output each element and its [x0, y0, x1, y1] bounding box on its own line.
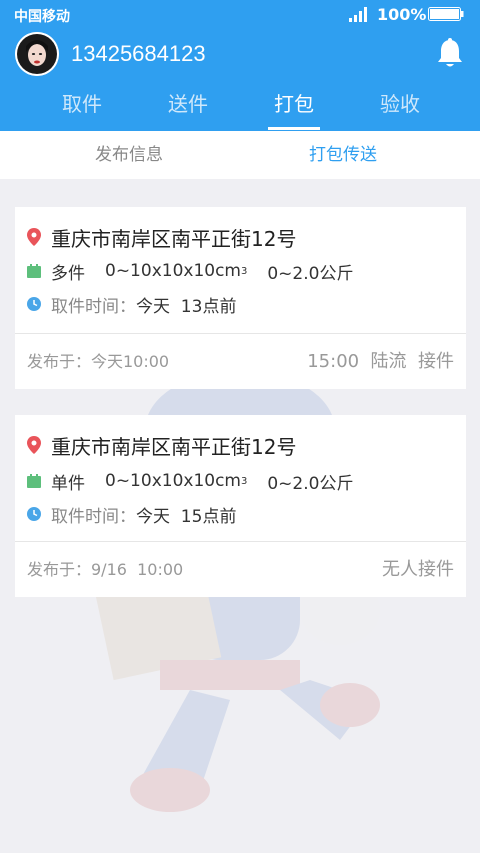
order-package-row: 多件 0~10x10x10cm 3 0~2.0公斤 [27, 257, 353, 285]
battery-icon [428, 7, 464, 21]
battery-percent: 100% [377, 5, 427, 24]
order-pickup-row: 取件时间： 今天 15点前 [27, 500, 236, 528]
order-size: 0~10x10x10cm [105, 261, 241, 281]
main-tabs: 取件 送件 打包 验收 [0, 80, 480, 131]
order-footer: 发布于：9/16 10:00 无人接件 [15, 541, 466, 597]
order-size-unit-sup: 3 [240, 265, 248, 277]
subtab-publish-info[interactable]: 发布信息 [29, 131, 229, 179]
package-icon [27, 264, 41, 278]
published-time: 发布于：9/16 10:00 [27, 560, 184, 579]
clock-icon [27, 507, 41, 521]
order-status: 无人接件 [382, 559, 454, 580]
order-size-unit-sup: 3 [240, 475, 248, 487]
order-address-row: 重庆市南岸区南平正街12号 [27, 431, 296, 459]
subtab-pack-transfer[interactable]: 打包传送 [243, 131, 443, 179]
avatar[interactable] [15, 32, 59, 76]
sub-tabs: 发布信息 打包传送 [0, 131, 480, 179]
tab-deliver[interactable]: 送件 [133, 80, 243, 131]
pickup-time-label: 取件时间： [51, 506, 136, 527]
clock-icon [27, 297, 41, 311]
package-icon [27, 474, 41, 488]
pickup-time-value: 今天 15点前 [136, 506, 237, 527]
order-weight: 0~2.0公斤 [267, 473, 354, 494]
order-address: 重庆市南岸区南平正街12号 [51, 226, 297, 251]
order-quantity: 单件 [51, 473, 85, 494]
published-time: 发布于：今天10:00 [27, 352, 170, 371]
order-card[interactable]: 重庆市南岸区南平正街12号 多件 0~10x10x10cm 3 0~2.0公斤 取… [15, 207, 466, 389]
order-status: 15:00 陆流 接件 [307, 351, 454, 372]
user-row: 13425684123 [0, 30, 480, 80]
order-quantity: 多件 [51, 263, 85, 284]
carrier-name: 中国移动 [14, 9, 70, 25]
status-bar: 中国移动 100% [0, 0, 480, 30]
order-weight: 0~2.0公斤 [267, 263, 354, 284]
location-pin-icon [27, 228, 41, 246]
user-phone: 13425684123 [71, 41, 206, 66]
tab-inspect[interactable]: 验收 [345, 80, 455, 131]
signal-icon [349, 7, 367, 22]
order-address-row: 重庆市南岸区南平正街12号 [27, 223, 296, 251]
location-pin-icon [27, 436, 41, 454]
active-tab-indicator [268, 127, 320, 130]
order-footer: 发布于：今天10:00 15:00 陆流 接件 [15, 333, 466, 389]
order-package-row: 单件 0~10x10x10cm 3 0~2.0公斤 [27, 467, 353, 495]
order-pickup-row: 取件时间： 今天 13点前 [27, 290, 236, 318]
order-size: 0~10x10x10cm [105, 471, 241, 491]
tab-pack[interactable]: 打包 [239, 80, 349, 131]
pickup-time-label: 取件时间： [51, 296, 136, 317]
order-address: 重庆市南岸区南平正街12号 [51, 434, 297, 459]
pickup-time-value: 今天 13点前 [136, 296, 237, 317]
app-header: 中国移动 100% 13425684123 取件 送件 打包 验收 [0, 0, 480, 131]
tab-pickup[interactable]: 取件 [27, 80, 137, 131]
order-card[interactable]: 重庆市南岸区南平正街12号 单件 0~10x10x10cm 3 0~2.0公斤 取… [15, 415, 466, 597]
bell-icon[interactable] [436, 38, 464, 68]
